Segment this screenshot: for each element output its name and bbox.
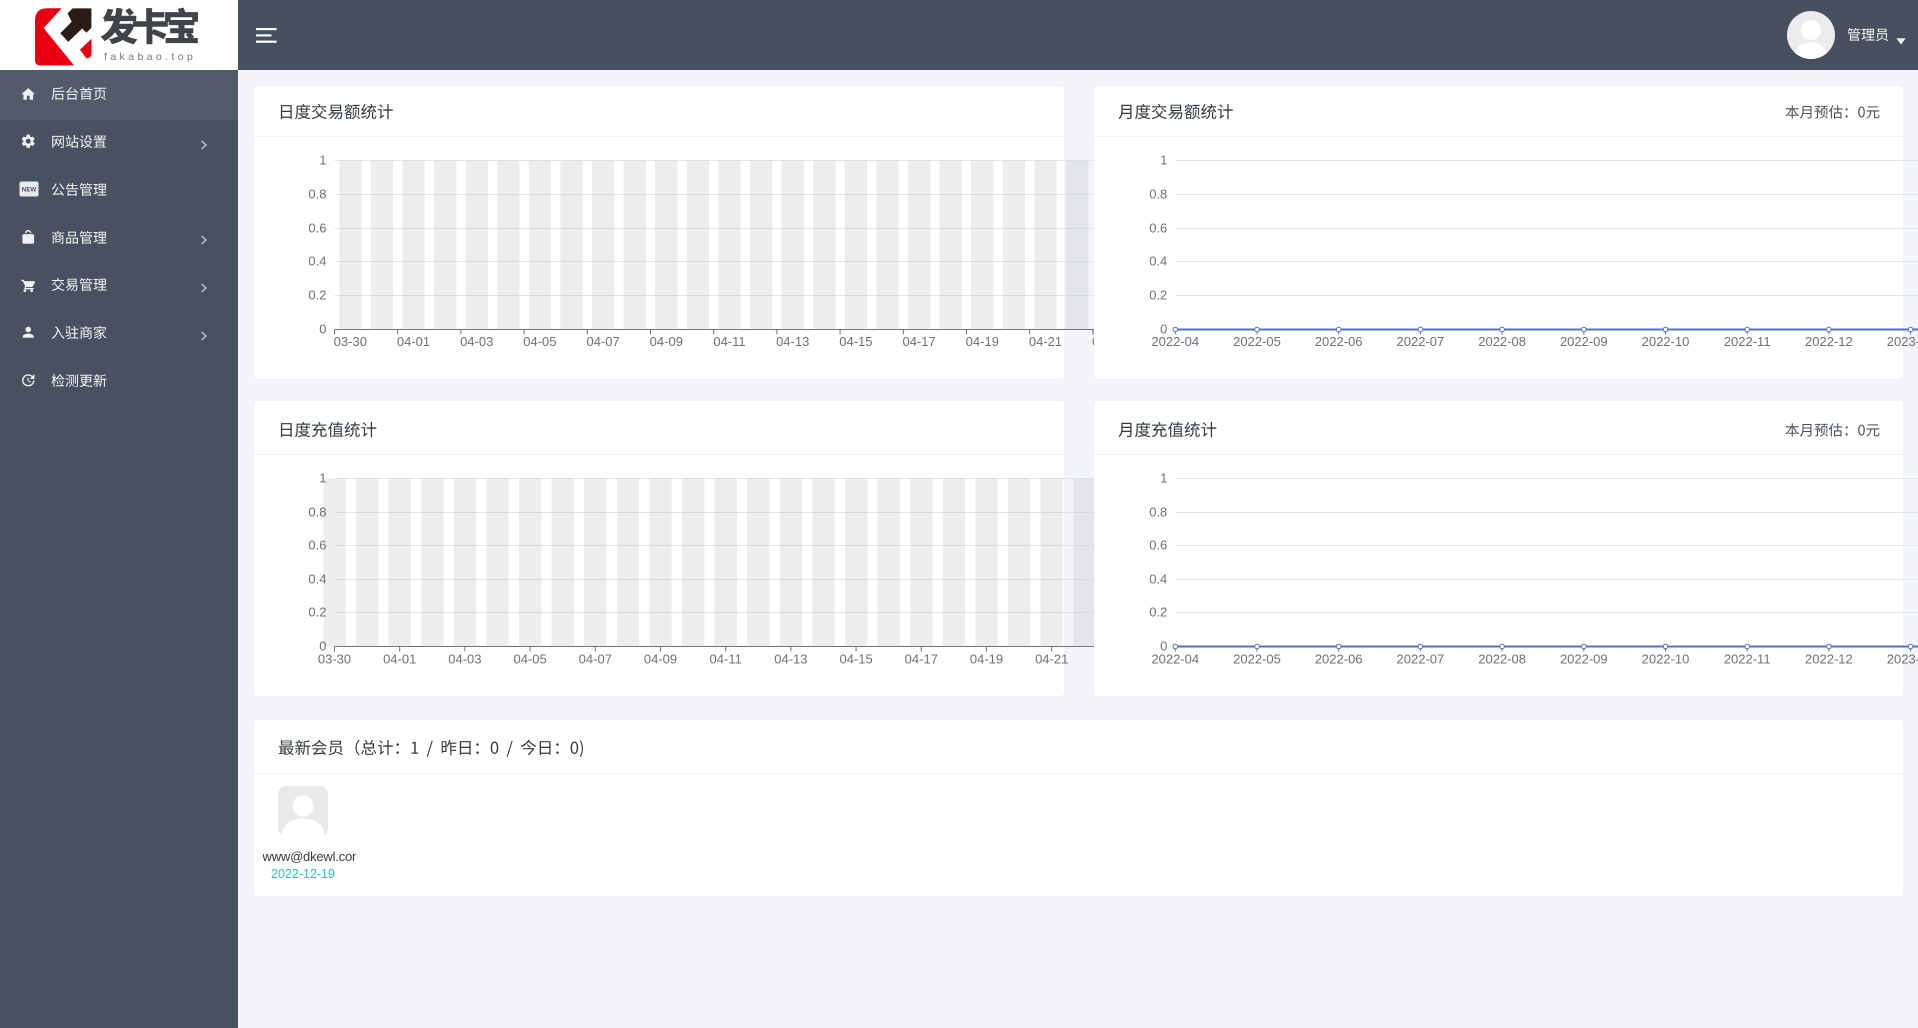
svg-text:04-01: 04-01 [383,652,416,667]
svg-text:04-11: 04-11 [710,652,742,667]
svg-text:04-03: 04-03 [448,652,481,667]
svg-text:NEW: NEW [22,187,37,194]
svg-text:04-09: 04-09 [644,652,677,667]
svg-text:04-01: 04-01 [397,334,430,349]
svg-text:04-05: 04-05 [513,652,546,667]
svg-text:2022-12: 2022-12 [1805,334,1853,349]
svg-text:2022-09: 2022-09 [1560,652,1608,667]
svg-text:2022-10: 2022-10 [1642,334,1690,349]
svg-text:0.4: 0.4 [308,572,326,587]
svg-text:2022-11: 2022-11 [1724,334,1771,349]
svg-text:2022-06: 2022-06 [1315,334,1363,349]
svg-text:2023-01: 2023-01 [1887,334,1918,349]
svg-text:04-17: 04-17 [905,652,938,667]
svg-text:0.6: 0.6 [308,221,326,236]
svg-text:2022-07: 2022-07 [1397,334,1445,349]
svg-text:0.6: 0.6 [1149,221,1167,236]
svg-text:2023-01: 2023-01 [1887,652,1918,667]
svg-text:04-19: 04-19 [970,652,1003,667]
svg-text:2022-05: 2022-05 [1233,652,1281,667]
svg-text:0.2: 0.2 [1149,605,1167,620]
svg-text:0: 0 [1160,322,1167,337]
svg-text:0.2: 0.2 [1149,288,1167,303]
svg-text:04-21: 04-21 [1029,334,1062,349]
svg-text:2022-06: 2022-06 [1315,652,1363,667]
svg-text:04-03: 04-03 [460,334,493,349]
svg-text:0.4: 0.4 [1149,572,1167,587]
svg-text:0.4: 0.4 [1149,254,1167,269]
svg-text:0: 0 [319,639,326,654]
svg-text:04-21: 04-21 [1035,652,1068,667]
svg-text:04-15: 04-15 [839,334,872,349]
svg-text:04-11: 04-11 [713,334,745,349]
svg-text:03-30: 03-30 [318,652,351,667]
svg-text:1: 1 [319,153,326,168]
svg-text:2022-10: 2022-10 [1642,652,1690,667]
svg-text:04-13: 04-13 [774,652,807,667]
svg-text:2022-04: 2022-04 [1151,334,1199,349]
svg-text:04-09: 04-09 [650,334,683,349]
svg-text:2022-11: 2022-11 [1724,652,1771,667]
svg-text:0.2: 0.2 [308,288,326,303]
svg-text:2022-05: 2022-05 [1233,334,1281,349]
svg-text:0.8: 0.8 [1149,187,1167,202]
svg-text:2022-09: 2022-09 [1560,334,1608,349]
svg-text:0.8: 0.8 [308,187,326,202]
svg-text:04-07: 04-07 [586,334,619,349]
svg-text:2022-08: 2022-08 [1478,652,1526,667]
svg-text:0.6: 0.6 [1149,538,1167,553]
svg-text:2022-08: 2022-08 [1478,334,1526,349]
svg-text:0.8: 0.8 [1149,505,1167,520]
svg-text:04-07: 04-07 [579,652,612,667]
svg-text:04-19: 04-19 [966,334,999,349]
svg-text:1: 1 [1160,153,1167,168]
svg-text:1: 1 [319,471,326,486]
svg-text:0: 0 [1160,639,1167,654]
svg-text:2022-07: 2022-07 [1397,652,1445,667]
svg-text:2022-04: 2022-04 [1151,652,1199,667]
svg-text:04-13: 04-13 [776,334,809,349]
svg-text:0.6: 0.6 [308,538,326,553]
svg-text:0.4: 0.4 [308,254,326,269]
svg-text:03-30: 03-30 [334,334,367,349]
svg-text:04-15: 04-15 [839,652,872,667]
svg-text:0.8: 0.8 [308,505,326,520]
svg-text:04-05: 04-05 [523,334,556,349]
svg-text:2022-12: 2022-12 [1805,652,1853,667]
svg-text:0.2: 0.2 [308,605,326,620]
svg-text:04-17: 04-17 [902,334,935,349]
svg-text:0: 0 [319,322,326,337]
svg-text:1: 1 [1160,471,1167,486]
